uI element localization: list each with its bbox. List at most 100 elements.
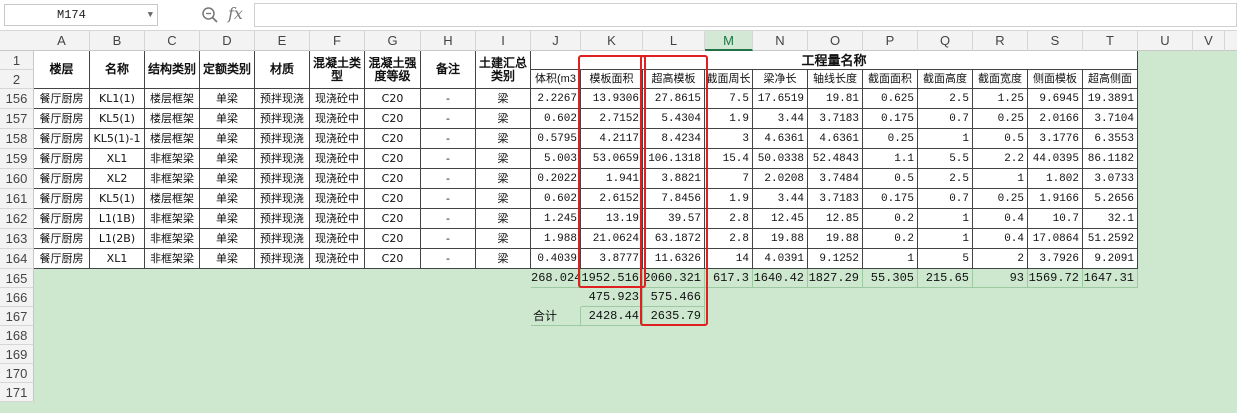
row-header-164[interactable]: 164: [0, 249, 34, 269]
cell-n-160[interactable]: 2.0208: [753, 169, 808, 189]
cell-g-157[interactable]: C20: [365, 109, 421, 129]
cell-m-159[interactable]: 15.4: [705, 149, 753, 169]
cell-a-161[interactable]: 餐厅厨房: [34, 189, 90, 209]
cell-h-156[interactable]: -: [421, 89, 476, 109]
cell-r-159[interactable]: 2.2: [973, 149, 1028, 169]
cell-f-156[interactable]: 现浇砼中: [310, 89, 365, 109]
cell-e-156[interactable]: 预拌现浇: [255, 89, 310, 109]
total-k[interactable]: 1952.516: [581, 269, 643, 288]
header-o[interactable]: 轴线长度: [808, 70, 863, 89]
header-a[interactable]: 楼层: [34, 51, 90, 89]
total-q[interactable]: 215.65: [918, 269, 973, 288]
cell-q-164[interactable]: 5: [918, 249, 973, 269]
row-header-166[interactable]: 166: [0, 288, 34, 307]
cell-t-164[interactable]: 9.2091: [1083, 249, 1138, 269]
total-t[interactable]: 1647.31: [1083, 269, 1138, 288]
row166-l[interactable]: 575.466: [643, 288, 705, 307]
cell-j-158[interactable]: 0.5795: [531, 129, 581, 149]
cell-h-163[interactable]: -: [421, 229, 476, 249]
cell-p-159[interactable]: 1.1: [863, 149, 918, 169]
cell-k-160[interactable]: 1.941: [581, 169, 643, 189]
cell-t-160[interactable]: 3.0733: [1083, 169, 1138, 189]
cell-l-156[interactable]: 27.8615: [643, 89, 705, 109]
cell-g-161[interactable]: C20: [365, 189, 421, 209]
cell-k-157[interactable]: 2.7152: [581, 109, 643, 129]
cell-f-162[interactable]: 现浇砼中: [310, 209, 365, 229]
cell-s-158[interactable]: 3.1776: [1028, 129, 1083, 149]
cell-c-158[interactable]: 楼层框架: [145, 129, 200, 149]
cell-a-163[interactable]: 餐厅厨房: [34, 229, 90, 249]
column-header-r[interactable]: R: [973, 31, 1028, 51]
cell-m-163[interactable]: 2.8: [705, 229, 753, 249]
column-header-m[interactable]: M: [705, 31, 753, 51]
cell-b-160[interactable]: XL2: [90, 169, 145, 189]
cell-n-161[interactable]: 3.44: [753, 189, 808, 209]
cell-p-164[interactable]: 1: [863, 249, 918, 269]
cell-g-158[interactable]: C20: [365, 129, 421, 149]
column-header-o[interactable]: O: [808, 31, 863, 51]
cell-h-157[interactable]: -: [421, 109, 476, 129]
cell-o-161[interactable]: 3.7183: [808, 189, 863, 209]
cell-f-159[interactable]: 现浇砼中: [310, 149, 365, 169]
cell-k-159[interactable]: 53.0659: [581, 149, 643, 169]
cell-q-157[interactable]: 0.7: [918, 109, 973, 129]
row-header-159[interactable]: 159: [0, 149, 34, 169]
column-header-s[interactable]: S: [1028, 31, 1083, 51]
cell-t-162[interactable]: 32.1: [1083, 209, 1138, 229]
cell-t-159[interactable]: 86.1182: [1083, 149, 1138, 169]
column-header-c[interactable]: C: [145, 31, 200, 51]
cell-f-157[interactable]: 现浇砼中: [310, 109, 365, 129]
cell-i-163[interactable]: 梁: [476, 229, 531, 249]
column-header-t[interactable]: T: [1083, 31, 1138, 51]
cell-s-163[interactable]: 17.0864: [1028, 229, 1083, 249]
cell-l-160[interactable]: 3.8821: [643, 169, 705, 189]
cell-r-156[interactable]: 1.25: [973, 89, 1028, 109]
zoom-search-icon[interactable]: [201, 6, 219, 24]
row-header-162[interactable]: 162: [0, 209, 34, 229]
row-header-167[interactable]: 167: [0, 307, 34, 326]
cell-o-158[interactable]: 4.6361: [808, 129, 863, 149]
row167-j[interactable]: 合计: [531, 307, 581, 326]
cell-k-158[interactable]: 4.2117: [581, 129, 643, 149]
cell-b-157[interactable]: KL5(1): [90, 109, 145, 129]
cell-j-159[interactable]: 5.003: [531, 149, 581, 169]
cell-b-163[interactable]: L1(2B): [90, 229, 145, 249]
cell-q-161[interactable]: 0.7: [918, 189, 973, 209]
cell-o-159[interactable]: 52.4843: [808, 149, 863, 169]
cell-l-157[interactable]: 5.4304: [643, 109, 705, 129]
total-j[interactable]: 268.024: [531, 269, 581, 288]
name-box[interactable]: M174 ▼: [4, 4, 158, 26]
sheet-grid[interactable]: 楼层 名称 结构类别 定额类别 材质 混凝土类型 混凝土强度等级 备注 土建汇总类别 工程量名称体…: [34, 51, 1237, 413]
row-header-169[interactable]: 169: [0, 345, 34, 364]
cell-o-164[interactable]: 9.1252: [808, 249, 863, 269]
cell-a-164[interactable]: 餐厅厨房: [34, 249, 90, 269]
cell-l-164[interactable]: 11.6326: [643, 249, 705, 269]
chevron-down-icon[interactable]: ▼: [148, 5, 153, 25]
cell-j-160[interactable]: 0.2022: [531, 169, 581, 189]
cell-r-157[interactable]: 0.25: [973, 109, 1028, 129]
cell-q-158[interactable]: 1: [918, 129, 973, 149]
cell-g-163[interactable]: C20: [365, 229, 421, 249]
column-header-j[interactable]: J: [531, 31, 581, 51]
row-header-171[interactable]: 171: [0, 383, 34, 402]
header-r[interactable]: 截面宽度: [973, 70, 1028, 89]
cell-e-159[interactable]: 预拌现浇: [255, 149, 310, 169]
cell-e-158[interactable]: 预拌现浇: [255, 129, 310, 149]
cell-o-163[interactable]: 19.88: [808, 229, 863, 249]
cell-s-161[interactable]: 1.9166: [1028, 189, 1083, 209]
cell-e-160[interactable]: 预拌现浇: [255, 169, 310, 189]
header-g[interactable]: 混凝土强度等级: [365, 51, 421, 89]
cell-d-163[interactable]: 单梁: [200, 229, 255, 249]
cell-d-164[interactable]: 单梁: [200, 249, 255, 269]
cell-n-162[interactable]: 12.45: [753, 209, 808, 229]
cell-j-157[interactable]: 0.602: [531, 109, 581, 129]
cell-j-156[interactable]: 2.2267: [531, 89, 581, 109]
cell-j-161[interactable]: 0.602: [531, 189, 581, 209]
header-k[interactable]: 模板面积: [581, 70, 643, 89]
cell-m-161[interactable]: 1.9: [705, 189, 753, 209]
cell-o-156[interactable]: 19.81: [808, 89, 863, 109]
cell-c-162[interactable]: 非框架梁: [145, 209, 200, 229]
cell-g-159[interactable]: C20: [365, 149, 421, 169]
column-header-u[interactable]: U: [1138, 31, 1193, 51]
cell-m-162[interactable]: 2.8: [705, 209, 753, 229]
